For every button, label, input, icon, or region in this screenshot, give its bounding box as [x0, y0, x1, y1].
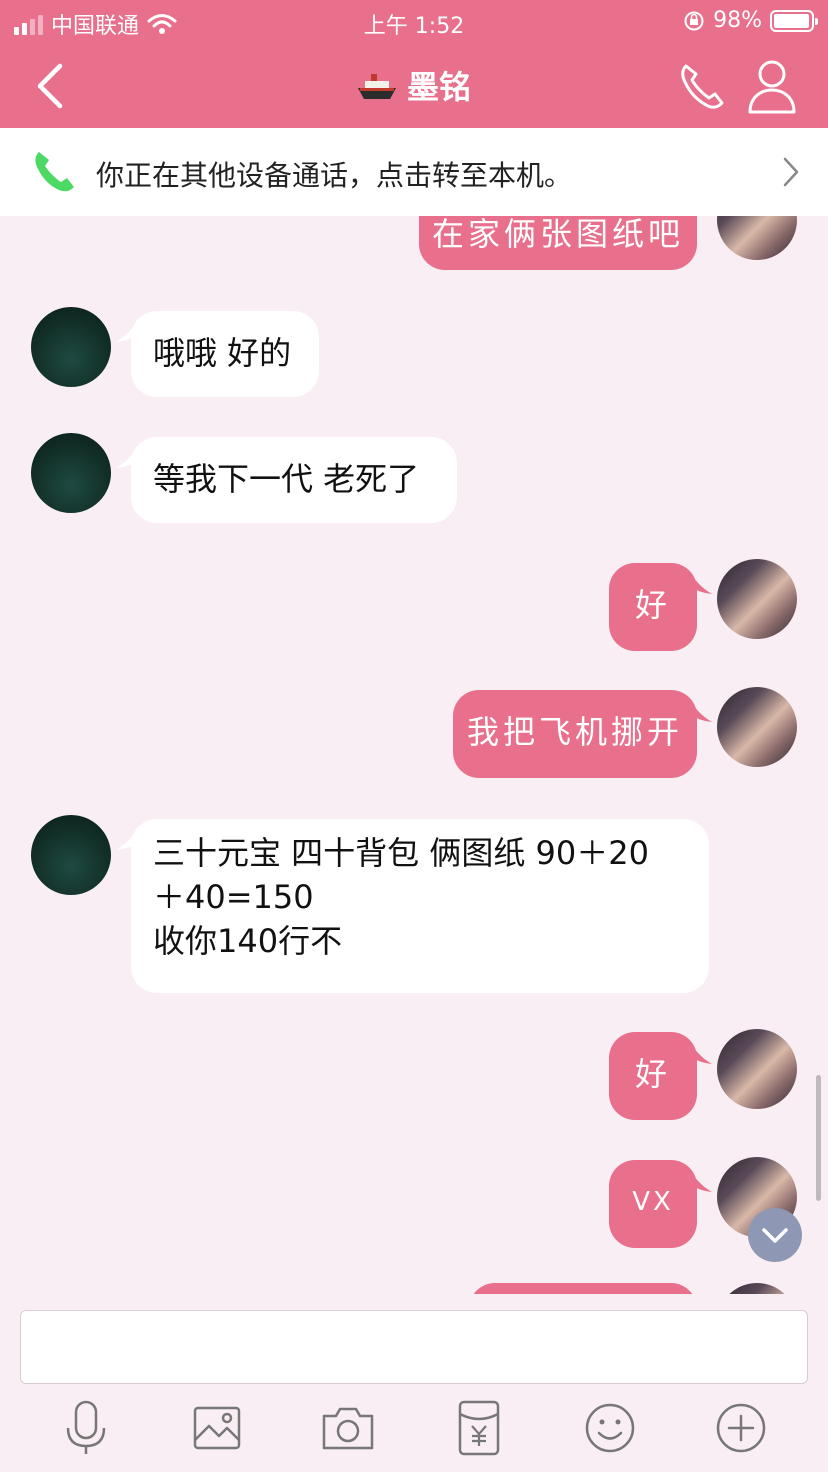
message-bubble-incoming[interactable]: 等我下一代 老死了 — [131, 437, 457, 523]
message-bubble-incoming[interactable]: 哦哦 好的 — [131, 311, 319, 397]
message-text: 等我下一代 老死了 — [153, 460, 420, 498]
red-packet-icon[interactable] — [449, 1398, 509, 1458]
battery-icon — [770, 9, 818, 32]
avatar-self[interactable] — [717, 1029, 797, 1109]
bubble-tail — [690, 1042, 712, 1064]
message-bubble-outgoing[interactable]: 好 — [609, 563, 697, 651]
message-input[interactable] — [20, 1310, 808, 1384]
avatar-contact[interactable] — [31, 307, 111, 387]
bubble-tail — [690, 1170, 712, 1192]
message-text-line: 三十元宝 四十背包 俩图纸 90＋20 — [153, 834, 649, 872]
message-text: 哦哦 好的 — [153, 334, 292, 372]
status-right: 98% — [683, 8, 818, 33]
message-bubble-incoming[interactable]: 三十元宝 四十背包 俩图纸 90＋20 ＋40=150 收你140行不 — [131, 819, 709, 993]
message-text-line: ＋40=150 — [153, 878, 314, 916]
phone-icon — [35, 152, 74, 192]
call-banner-text: 你正在其他设备通话，点击转至本机。 — [96, 159, 573, 192]
message-text: VX — [632, 1187, 674, 1217]
camera-icon[interactable] — [318, 1398, 378, 1458]
nav-bar: 墨铭 — [0, 44, 828, 128]
bubble-tail — [690, 700, 712, 722]
avatar-contact[interactable] — [31, 815, 111, 895]
status-bar: 中国联通 上午 1:52 98% — [0, 0, 828, 44]
message-text-line: 收你140行不 — [153, 922, 343, 960]
phone-call-button[interactable] — [676, 58, 728, 114]
emoji-icon[interactable] — [580, 1398, 640, 1458]
message-bubble-outgoing[interactable]: 好 — [609, 1032, 697, 1120]
rotation-lock-icon — [684, 11, 704, 30]
bottom-panel — [0, 1294, 828, 1472]
message-bubble-outgoing[interactable]: 我把飞机挪开 — [453, 690, 697, 778]
call-transfer-banner[interactable]: 你正在其他设备通话，点击转至本机。 — [0, 128, 828, 216]
avatar-contact[interactable] — [31, 433, 111, 513]
chat-title-text: 墨铭 — [406, 68, 471, 106]
message-text: 好 — [634, 1055, 671, 1093]
chat-messages[interactable]: 在家俩张图纸吧 哦哦 好的 等我下一代 老死了 好 我把飞机挪开 三十元宝 四十… — [0, 128, 828, 1294]
ship-icon — [357, 74, 396, 99]
message-bubble-outgoing[interactable] — [469, 1283, 697, 1294]
scroll-indicator[interactable] — [816, 1075, 821, 1201]
bubble-tail — [690, 572, 712, 594]
image-icon[interactable] — [187, 1398, 247, 1458]
chevron-right-icon — [783, 157, 799, 187]
message-text: 我把飞机挪开 — [466, 713, 683, 751]
avatar-self[interactable] — [717, 687, 797, 767]
message-bubble-outgoing[interactable]: VX — [609, 1160, 697, 1248]
avatar-self[interactable] — [717, 1283, 797, 1294]
microphone-icon[interactable] — [56, 1398, 116, 1458]
battery-percent: 98% — [713, 8, 762, 33]
message-text: 在家俩张图纸吧 — [431, 215, 684, 253]
message-text: 好 — [634, 586, 671, 624]
avatar-self[interactable] — [717, 559, 797, 639]
profile-button[interactable] — [744, 54, 800, 118]
scroll-to-bottom-button[interactable] — [748, 1208, 802, 1262]
plus-icon[interactable] — [711, 1398, 771, 1458]
